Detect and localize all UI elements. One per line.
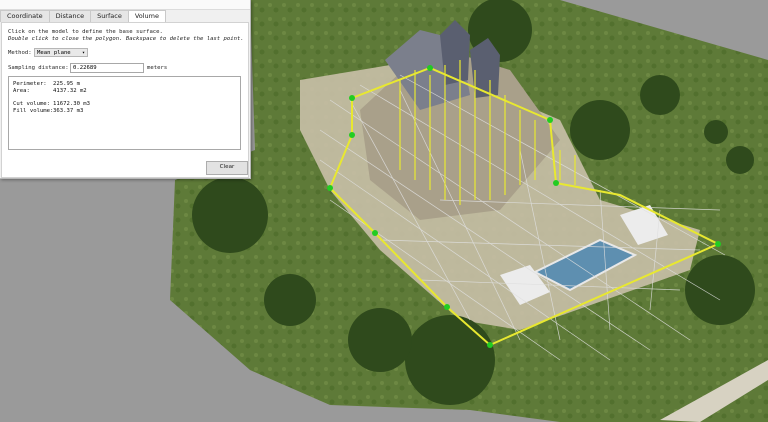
tab-distance[interactable]: Distance [48,10,92,22]
sampling-distance-label: Sampling distance: [8,65,69,71]
results-box: Perimeter: 225.95 m Area: 4137.32 m2 Cut… [8,76,241,150]
tab-bar: Coordinate Distance Surface Volume [0,10,167,23]
method-dropdown[interactable]: Mean plane ▾ [34,48,88,57]
area-value: 4137.32 m2 [53,88,87,94]
tab-coordinate[interactable]: Coordinate [0,10,50,22]
fill-volume-value: 363.37 m3 [53,108,84,114]
method-value: Mean plane [37,50,71,56]
instruction-line-2: Double click to close the polygon. Backs… [8,36,244,42]
cut-volume-value: 11672.30 m3 [53,101,91,107]
measurement-panel: Coordinate Distance Surface Volume Click… [0,0,251,179]
perimeter-label: Perimeter: [13,81,47,87]
sampling-distance-input[interactable]: 0.22689 [70,63,144,73]
volume-tab-page: Click on the model to define the base su… [1,22,249,178]
clear-button[interactable]: Clear [206,161,248,175]
panel-title-bar [0,0,250,10]
method-label: Method: [8,50,32,56]
instruction-line-1: Click on the model to define the base su… [8,29,163,35]
fill-volume-label: Fill volume: [13,108,54,114]
area-label: Area: [13,88,30,94]
chevron-down-icon: ▾ [81,50,85,56]
perimeter-value: 225.95 m [53,81,80,87]
tab-surface[interactable]: Surface [90,10,129,22]
sampling-unit-label: meters [147,65,168,71]
cut-volume-label: Cut volume: [13,101,51,107]
